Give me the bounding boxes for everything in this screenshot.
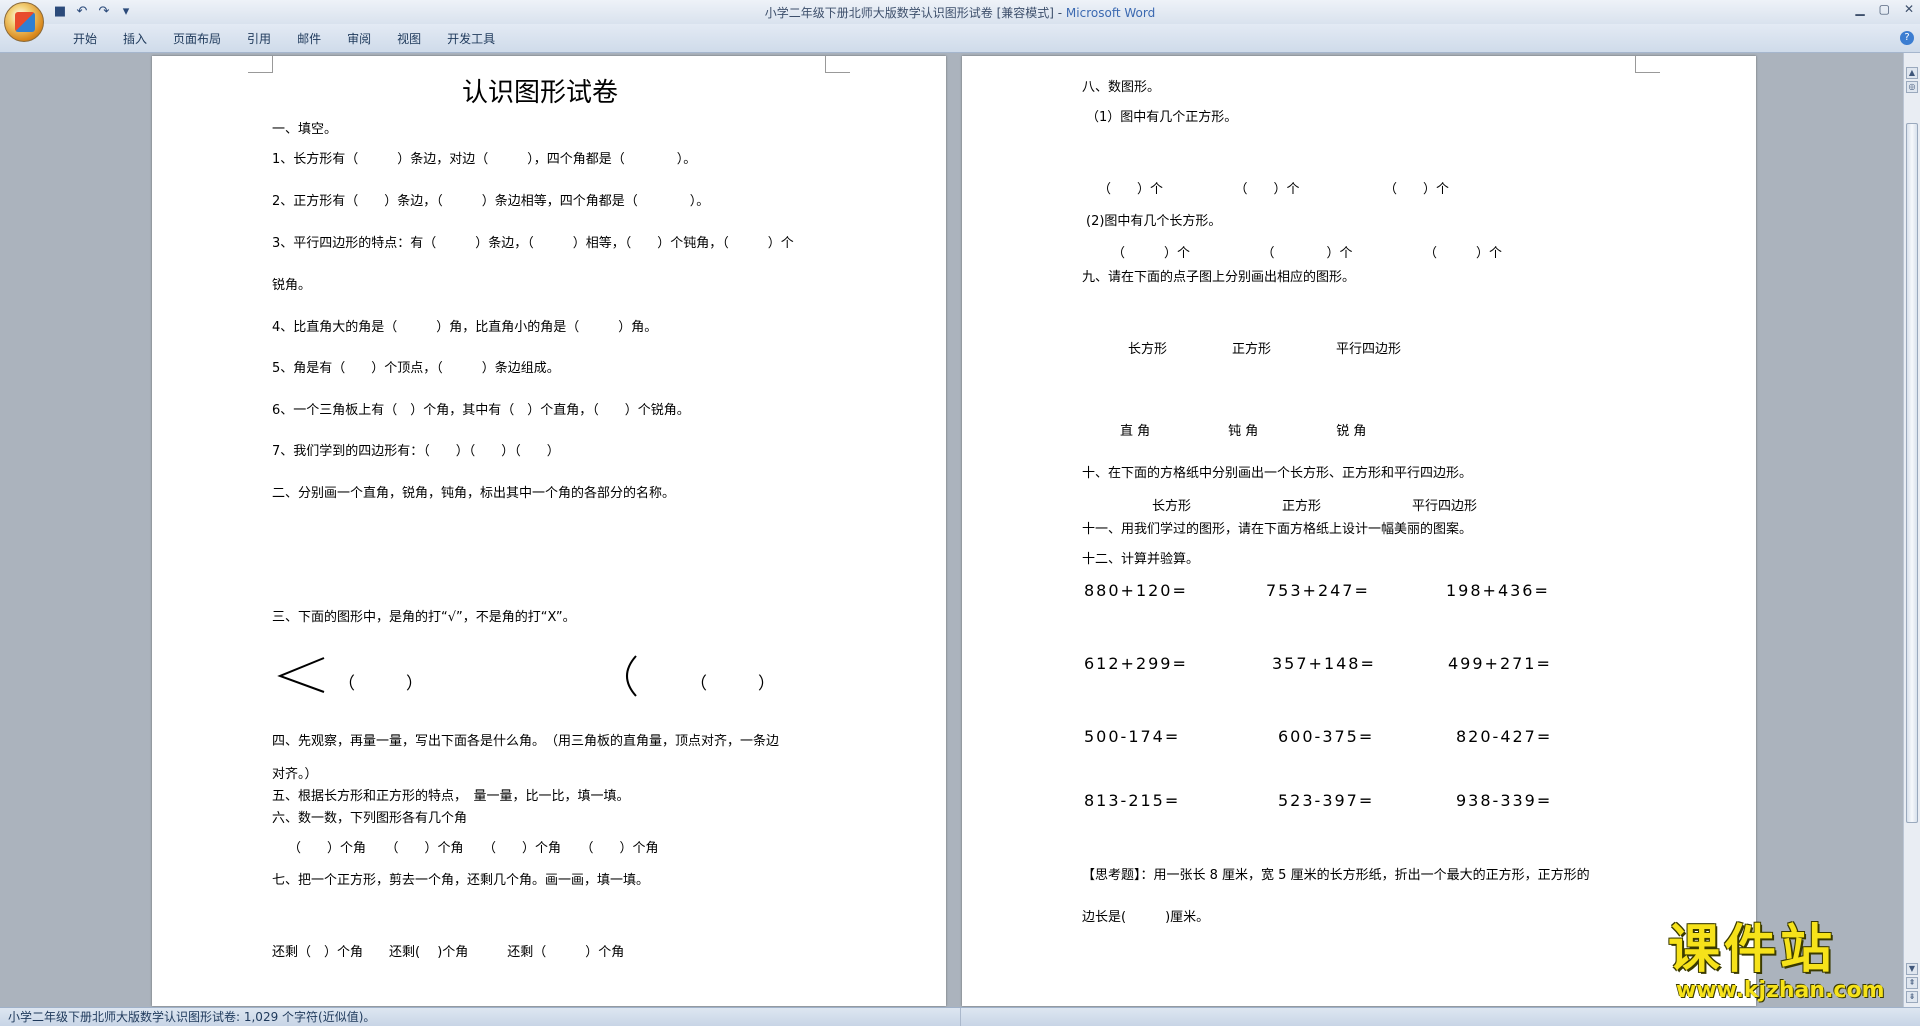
calc-item: 753+247= xyxy=(1266,581,1370,600)
tab-mailings[interactable]: 邮件 xyxy=(284,30,334,47)
tab-references[interactable]: 引用 xyxy=(234,30,284,47)
watermark: 课件站 www.kjzhan.com xyxy=(1668,920,1908,1004)
tab-home[interactable]: 开始 xyxy=(60,30,110,47)
question-line: 对齐。） xyxy=(272,767,318,782)
crop-mark xyxy=(825,56,850,73)
word-count[interactable]: 小学二年级下册北师大版数学认识图形试卷: 1,029 个字符(近似值)。 xyxy=(8,1008,375,1026)
bonus-question: 【思考题】：用一张长 8 厘米，宽 5 厘米的长方形纸，折出一个最大的正方形，正… xyxy=(1082,868,1590,883)
calc-item: 357+148= xyxy=(1272,654,1376,673)
status-bar: 小学二年级下册北师大版数学认识图形试卷: 1,029 个字符(近似值)。 xyxy=(0,1007,1920,1026)
watermark-logo: 课件站 xyxy=(1668,920,1837,980)
document-name: 小学二年级下册北师大版数学认识图形试卷 [兼容模式] - xyxy=(764,6,1066,20)
crop-mark xyxy=(248,56,273,73)
question-line: (2)图中有几个长方形。 xyxy=(1086,214,1222,229)
question-line: 1、长方形有（ ）条边，对边（ ），四个角都是（ ）。 xyxy=(272,152,697,167)
ribbon: 开始 插入 页面布局 引用 邮件 审阅 视图 开发工具 ? xyxy=(0,24,1920,53)
calc-item: 499+271= xyxy=(1448,654,1552,673)
tab-developer[interactable]: 开发工具 xyxy=(434,30,508,47)
office-button-icon[interactable] xyxy=(4,2,44,42)
question-line: 锐角。 xyxy=(272,278,312,293)
angle-figure xyxy=(277,657,325,693)
scroll-thumb[interactable] xyxy=(1906,123,1918,823)
section-heading: 三、下面的图形中，是角的打“√”，不是角的打“X”。 xyxy=(272,610,576,625)
question-line: 长方形 正方形 平行四边形 xyxy=(1152,499,1478,514)
calc-item: 600-375= xyxy=(1278,727,1375,746)
calc-item: 523-397= xyxy=(1278,791,1375,810)
document-page-2[interactable]: 八、数图形。 （1）图中有几个正方形。 （ ）个 （ ）个 （ ）个 (2)图中… xyxy=(962,56,1756,1006)
tab-view[interactable]: 视图 xyxy=(384,30,434,47)
question-line: 直 角 钝 角 锐 角 xyxy=(1120,424,1367,439)
question-line: 还剩（ ）个角 还剩( )个角 还剩（ ）个角 xyxy=(272,945,625,960)
question-line: （ ）个 （ ）个 （ ）个 xyxy=(1098,182,1450,197)
page-title: 认识图形试卷 xyxy=(462,78,619,108)
calc-item: 500-174= xyxy=(1084,727,1181,746)
document-page-1[interactable]: 认识图形试卷 一、填空。 1、长方形有（ ）条边，对边（ ），四个角都是（ ）。… xyxy=(152,56,946,1006)
help-icon[interactable]: ? xyxy=(1900,31,1914,45)
answer-blank: （ ） xyxy=(690,674,775,694)
calc-item: 938-339= xyxy=(1456,791,1553,810)
question-line: 3、平行四边形的特点：有（ ）条边，（ ）相等，（ ）个钝角，（ ）个 xyxy=(272,236,794,251)
watermark-url: www.kjzhan.com xyxy=(1676,978,1885,1003)
section-heading: 四、先观察，再量一量，写出下面各是什么角。 （用三角板的直角量，顶点对齐，一条边 xyxy=(272,734,780,749)
scroll-up-icon[interactable]: ▲ xyxy=(1906,67,1918,79)
question-line: （1）图中有几个正方形。 xyxy=(1086,110,1238,125)
calc-item: 813-215= xyxy=(1084,791,1181,810)
window-controls: ▁ ▢ ✕ xyxy=(1855,2,1914,16)
calc-item: 612+299= xyxy=(1084,654,1188,673)
section-heading: 七、把一个正方形，剪去一个角，还剩几个角。画一画，填一填。 xyxy=(272,873,650,888)
question-line: 6、一个三角板上有（ ）个角，其中有（ ）个直角，（ ）个锐角。 xyxy=(272,403,690,418)
section-heading: 二、分别画一个直角，锐角，钝角，标出其中一个角的各部分的名称。 xyxy=(272,486,676,501)
office-logo xyxy=(15,12,35,32)
ruler-toggle-icon[interactable]: ◎ xyxy=(1906,81,1918,93)
calc-item: 198+436= xyxy=(1446,581,1550,600)
status-divider xyxy=(960,1008,961,1026)
answer-blank: （ ） xyxy=(338,674,423,694)
question-line: 4、比直角大的角是（ ）角，比直角小的角是（ ）角。 xyxy=(272,320,658,335)
curve-figure xyxy=(626,655,637,697)
minimize-icon[interactable]: ▁ xyxy=(1855,2,1864,16)
ribbon-tabs: 开始 插入 页面布局 引用 邮件 审阅 视图 开发工具 xyxy=(60,30,508,47)
section-heading: 九、请在下面的点子图上分别画出相应的图形。 xyxy=(1082,270,1356,285)
section-heading: 八、数图形。 xyxy=(1082,80,1161,95)
calc-item: 880+120= xyxy=(1084,581,1188,600)
question-line: 长方形 正方形 平行四边形 xyxy=(1128,342,1402,357)
section-heading: 五、根据长方形和正方形的特点， 量一量，比一比，填一填。 xyxy=(272,789,630,804)
maximize-icon[interactable]: ▢ xyxy=(1879,2,1890,16)
tab-page-layout[interactable]: 页面布局 xyxy=(160,30,234,47)
question-line: （ ）个 （ ）个 （ ）个 xyxy=(1112,246,1503,261)
question-line: 2、正方形有（ ）条边，（ ）条边相等，四个角都是（ ）。 xyxy=(272,194,710,209)
section-heading: 十、在下面的方格纸中分别画出一个长方形、正方形和平行四边形。 xyxy=(1082,466,1473,481)
bonus-question: 边长是( )厘米。 xyxy=(1082,910,1210,925)
question-line: （ ）个角 （ ）个角 （ ）个角 （ ）个角 xyxy=(288,841,659,856)
crop-mark xyxy=(1635,56,1660,73)
section-heading: 一、填空。 xyxy=(272,122,338,137)
tab-insert[interactable]: 插入 xyxy=(110,30,160,47)
question-line: 7、我们学到的四边形有：（ ）（ ）（ ） xyxy=(272,444,560,459)
app-name: Microsoft Word xyxy=(1065,6,1156,20)
title-bar: ■ ↶ ↷ ▾ 小学二年级下册北师大版数学认识图形试卷 [兼容模式] - Mic… xyxy=(0,0,1920,25)
section-heading: 十二、计算并验算。 xyxy=(1082,552,1200,567)
section-heading: 十一、用我们学过的图形，请在下面方格纸上设计一幅美丽的图案。 xyxy=(1082,522,1473,537)
question-line: 5、角是有（ ）个顶点，（ ）条边组成。 xyxy=(272,361,560,376)
section-heading: 六、数一数，下列图形各有几个角 xyxy=(272,811,468,826)
tab-review[interactable]: 审阅 xyxy=(334,30,384,47)
close-icon[interactable]: ✕ xyxy=(1904,2,1914,16)
calc-item: 820-427= xyxy=(1456,727,1553,746)
vertical-scrollbar[interactable]: ▲ ◎ ▼ ⇞ ⇟ xyxy=(1903,53,1920,1007)
window-title: 小学二年级下册北师大版数学认识图形试卷 [兼容模式] - Microsoft W… xyxy=(0,4,1920,21)
